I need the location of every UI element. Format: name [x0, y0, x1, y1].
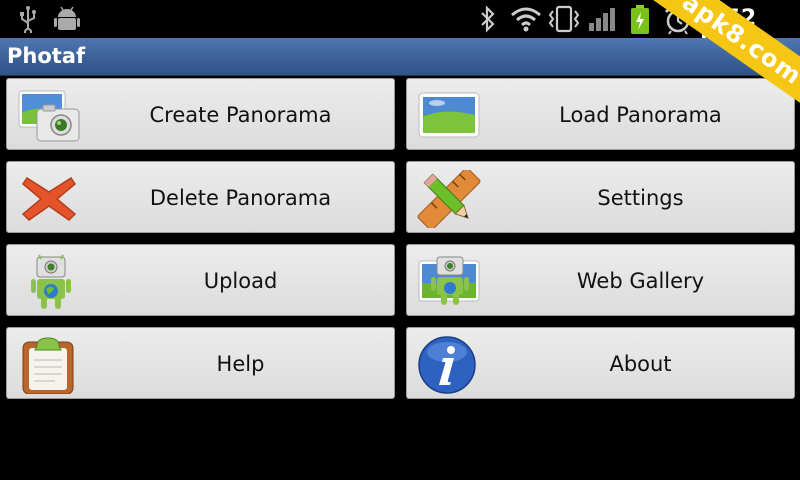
- app-title-bar: Photaf: [0, 38, 800, 76]
- web-gallery-label: Web Gallery: [576, 269, 705, 293]
- about-label: About: [609, 352, 672, 376]
- bluetooth-icon: [481, 5, 495, 33]
- delete-panorama-label: Delete Panorama: [149, 186, 332, 210]
- battery-charging-icon: [631, 5, 649, 34]
- web-gallery-icon: [418, 256, 480, 305]
- web-gallery-button[interactable]: Web Gallery: [406, 244, 795, 316]
- signal-icon: [589, 8, 615, 31]
- upload-button[interactable]: Upload: [6, 244, 395, 316]
- vibrate-icon: [548, 5, 580, 33]
- photo-camera-icon: [18, 90, 80, 142]
- create-panorama-label: Create Panorama: [149, 103, 332, 127]
- help-button[interactable]: Help: [6, 327, 395, 399]
- android-upload-icon: [31, 254, 71, 309]
- settings-button[interactable]: Settings: [406, 161, 795, 233]
- delete-panorama-button[interactable]: Delete Panorama: [6, 161, 395, 233]
- wifi-icon: [511, 7, 541, 32]
- main-menu-grid: Create Panorama Load Panorama Delete Pan…: [6, 78, 795, 400]
- help-label: Help: [216, 352, 265, 376]
- about-button[interactable]: About: [406, 327, 795, 399]
- settings-label: Settings: [597, 186, 684, 210]
- usb-icon: [20, 6, 36, 33]
- load-panorama-label: Load Panorama: [559, 103, 722, 127]
- delete-x-icon: [21, 176, 77, 221]
- clipboard-icon: [22, 337, 74, 394]
- pencil-ruler-icon: [417, 170, 481, 228]
- app-title: Photaf: [7, 44, 86, 68]
- load-panorama-button[interactable]: Load Panorama: [406, 78, 795, 150]
- upload-label: Upload: [203, 269, 278, 293]
- android-debug-icon: [54, 6, 80, 30]
- landscape-image-icon: [418, 92, 480, 138]
- info-icon: [418, 336, 476, 394]
- create-panorama-button[interactable]: Create Panorama: [6, 78, 395, 150]
